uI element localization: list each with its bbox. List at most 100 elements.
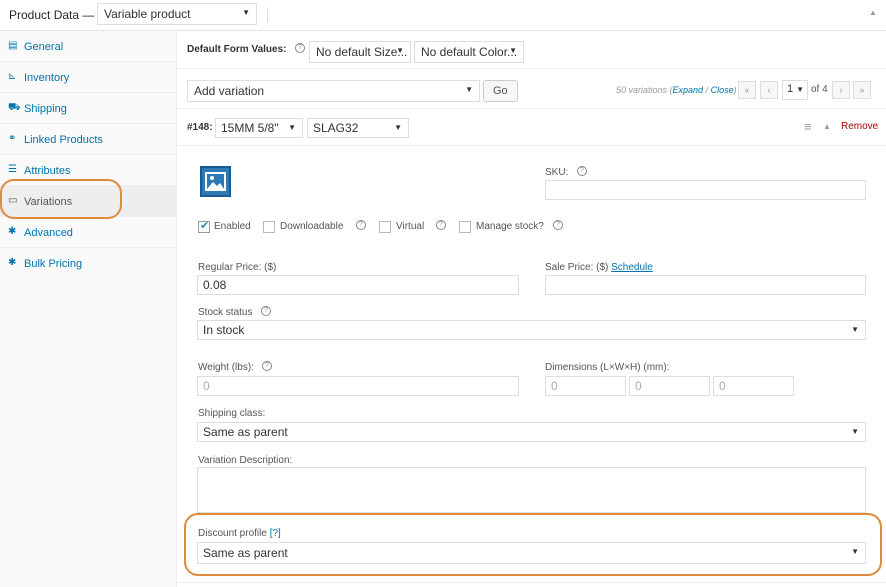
general-icon: ▤ (8, 40, 18, 51)
regular-price-label: Regular Price: ($) (198, 262, 277, 273)
height-input[interactable]: 0 (713, 376, 794, 396)
width-input[interactable]: 0 (629, 376, 710, 396)
default-form-values-bar: Default Form Values: ? No default Size..… (177, 31, 886, 69)
shipping-icon: ⛟ (8, 102, 21, 113)
variation-size-select[interactable]: 15MM 5/8" ▼ (215, 118, 303, 138)
help-icon[interactable]: ? (553, 220, 563, 230)
downloadable-label: Downloadable (280, 221, 344, 232)
gear-icon: ✱ (8, 257, 17, 268)
link-icon: ⚭ (8, 133, 17, 144)
variations-count: 50 variations (Expand / Close) (616, 85, 737, 95)
variation-size-value: 15MM 5/8" (221, 121, 279, 135)
virtual-checkbox[interactable] (379, 221, 391, 233)
variation-description-textarea[interactable] (197, 467, 866, 513)
variations-toolbar: Add variation ▼ Go 50 variations (Expand… (177, 69, 886, 109)
sidebar-item-label: Attributes (24, 165, 71, 177)
sku-input[interactable] (545, 180, 866, 200)
sidebar-item-advanced[interactable]: ✱ Advanced (0, 217, 176, 248)
sale-price-label: Sale Price: ($) Schedule (545, 262, 653, 273)
stock-status-select[interactable]: In stock ▼ (197, 320, 866, 340)
remove-link[interactable]: Remove (841, 121, 878, 132)
product-type-value: Variable product (104, 7, 191, 21)
checkmark-icon: ✔ (200, 220, 210, 232)
discount-profile-highlight (184, 513, 882, 576)
sidebar-item-label: Bulk Pricing (24, 258, 83, 270)
sidebar-item-label: Advanced (24, 227, 73, 239)
last-page-button[interactable]: » (853, 81, 871, 99)
chevron-down-icon: ▼ (509, 46, 517, 55)
variation-color-value: SLAG32 (313, 121, 359, 135)
go-button[interactable]: Go (483, 80, 518, 102)
attributes-icon: ☰ (8, 164, 17, 175)
default-size-select[interactable]: No default Size... ▼ (309, 41, 411, 63)
sidebar-item-label: Linked Products (24, 134, 103, 146)
variation-color-select[interactable]: SLAG32 ▼ (307, 118, 409, 138)
inventory-icon: ⊾ (8, 71, 17, 82)
help-icon[interactable]: ? (436, 220, 446, 230)
product-type-select[interactable]: Variable product ▼ (97, 3, 257, 25)
sidebar-item-linked-products[interactable]: ⚭ Linked Products (0, 124, 176, 155)
help-icon[interactable]: ? (577, 166, 587, 176)
expand-link[interactable]: Expand (673, 85, 704, 95)
help-icon[interactable]: ? (262, 361, 272, 371)
variation-id: #148: (187, 122, 213, 133)
weight-input[interactable]: 0 (197, 376, 519, 396)
expand-close-separator: / (703, 85, 711, 95)
variation-description-label: Variation Description: (198, 455, 293, 466)
enabled-checkbox[interactable]: ✔ (198, 220, 210, 233)
drag-handle-icon[interactable]: ≡ (804, 119, 812, 134)
weight-label: Weight (lbs): (198, 362, 254, 373)
variation-header: #148: 15MM 5/8" ▼ SLAG32 ▼ ≡ ▲ Remove (177, 109, 886, 146)
default-color-value: No default Color... (421, 45, 518, 59)
page-select[interactable]: 1 ▼ (782, 80, 808, 100)
sale-price-input[interactable] (545, 275, 866, 295)
shipping-class-value: Same as parent (203, 425, 288, 439)
chevron-down-icon: ▼ (242, 8, 250, 17)
close-link[interactable]: Close (711, 85, 734, 95)
variations-count-text: 50 variations (616, 85, 668, 95)
variation-action-select[interactable]: Add variation ▼ (187, 80, 480, 102)
help-icon[interactable]: ? (356, 220, 366, 230)
product-data-header: Product Data — Variable product ▼ ▲ (0, 0, 886, 31)
sku-label: SKU: (545, 167, 569, 178)
next-page-button[interactable]: › (832, 81, 850, 99)
product-data-tabs: ▤ General ⊾ Inventory ⛟ Shipping ⚭ Linke… (0, 31, 177, 587)
chevron-down-icon: ▼ (851, 325, 859, 334)
image-icon (205, 172, 226, 191)
header-divider (267, 7, 268, 22)
sale-price-label-text: Sale Price: ($) (545, 262, 609, 273)
virtual-label: Virtual (396, 221, 425, 232)
collapse-arrow-icon[interactable]: ▲ (823, 122, 831, 131)
shipping-class-label: Shipping class: (198, 408, 266, 419)
first-page-button[interactable]: « (738, 81, 756, 99)
default-size-value: No default Size... (316, 45, 408, 59)
stock-status-label: Stock status (198, 307, 253, 318)
sidebar-item-inventory[interactable]: ⊾ Inventory (0, 62, 176, 93)
prev-page-button[interactable]: ‹ (760, 81, 778, 99)
sidebar-item-label: Inventory (24, 72, 70, 84)
variation-image-upload[interactable] (200, 166, 231, 197)
chevron-down-icon: ▼ (394, 123, 402, 132)
help-icon[interactable]: ? (295, 43, 305, 53)
help-icon[interactable]: ? (261, 306, 271, 316)
chevron-down-icon: ▼ (288, 123, 296, 132)
sidebar-item-shipping[interactable]: ⛟ Shipping (0, 93, 176, 124)
chevron-down-icon: ▼ (396, 46, 404, 55)
sidebar-item-label: General (24, 41, 64, 53)
sidebar-item-bulk-pricing[interactable]: ✱ Bulk Pricing (0, 248, 176, 279)
default-color-select[interactable]: No default Color... ▼ (414, 41, 524, 63)
section-divider (177, 582, 886, 583)
shipping-class-select[interactable]: Same as parent ▼ (197, 422, 866, 442)
manage-stock-checkbox[interactable] (459, 221, 471, 233)
schedule-link[interactable]: Schedule (611, 262, 653, 273)
variations-highlight (0, 179, 122, 219)
product-data-title: Product Data — (9, 8, 95, 22)
length-input[interactable]: 0 (545, 376, 626, 396)
downloadable-checkbox[interactable] (263, 221, 275, 233)
collapse-arrow-icon[interactable]: ▲ (869, 8, 877, 17)
dimensions-label: Dimensions (L×W×H) (mm): (545, 362, 670, 373)
sidebar-item-general[interactable]: ▤ General (0, 31, 176, 62)
regular-price-input[interactable]: 0.08 (197, 275, 519, 295)
enabled-label: Enabled (214, 221, 251, 232)
page-value: 1 (787, 83, 794, 95)
